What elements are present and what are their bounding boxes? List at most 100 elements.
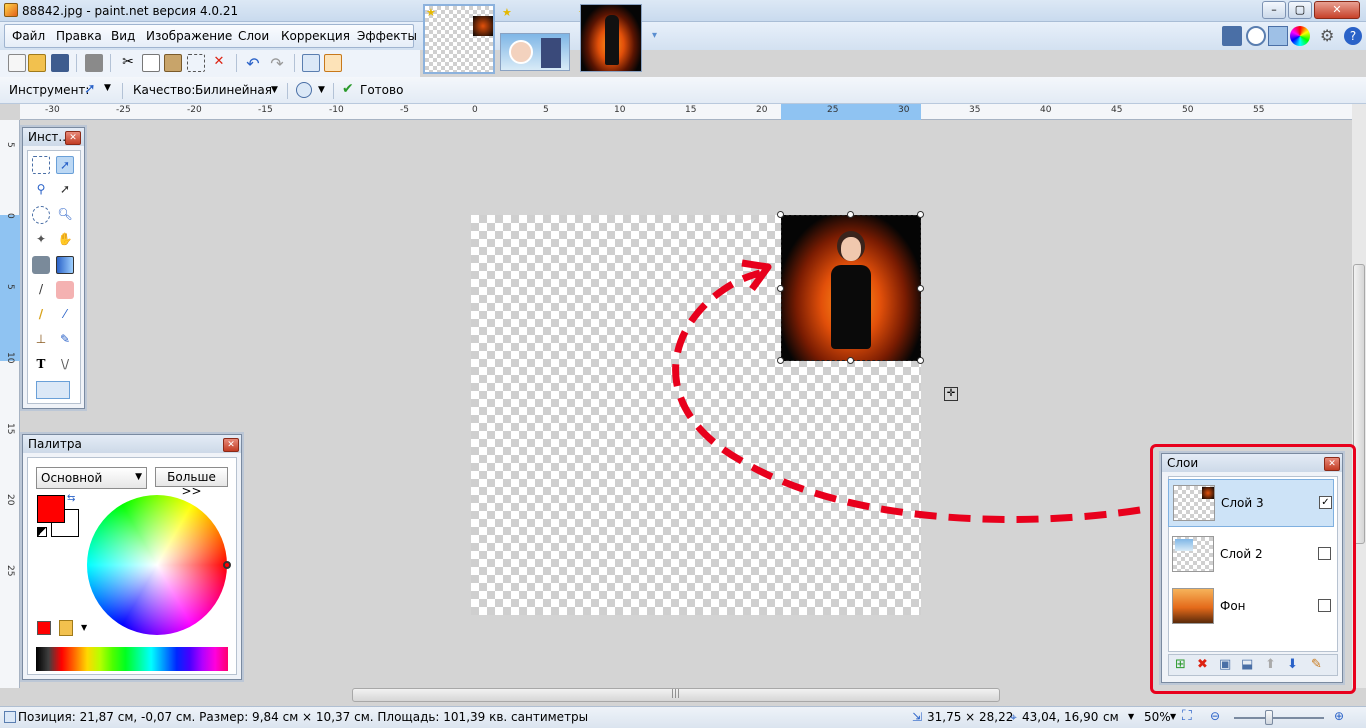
rectangle-select-icon[interactable] — [32, 156, 50, 174]
colors-toggle-icon[interactable] — [1290, 26, 1310, 46]
menu-effects[interactable]: Эффекты — [357, 29, 417, 43]
history-icon[interactable] — [1246, 26, 1266, 46]
chevron-down-icon[interactable]: ▼ — [1170, 712, 1176, 721]
close-icon[interactable]: ✕ — [1324, 457, 1340, 471]
layer-row-3[interactable]: Слой 3 ✓ — [1168, 479, 1334, 527]
eraser-icon[interactable] — [56, 281, 74, 299]
move-pixels-icon[interactable]: ➚ — [56, 181, 74, 199]
grid-icon[interactable] — [302, 54, 320, 72]
layer-properties-icon[interactable]: ✎ — [1311, 657, 1322, 672]
menu-layers[interactable]: Слои — [238, 29, 269, 43]
minimize-button[interactable]: – — [1262, 1, 1286, 19]
save-icon[interactable] — [51, 54, 69, 72]
crop-icon[interactable] — [187, 54, 205, 72]
resize-handle[interactable] — [917, 211, 924, 218]
quality-select[interactable]: Билинейная — [195, 83, 272, 97]
horizontal-scrollbar[interactable]: ||| — [352, 688, 1000, 702]
delete-layer-icon[interactable]: ✖ — [1197, 657, 1208, 672]
merge-layer-down-icon[interactable]: ⬓ — [1241, 657, 1253, 672]
color-palette-strip[interactable] — [36, 647, 228, 671]
add-color-icon[interactable] — [37, 621, 51, 635]
done-button[interactable]: Готово — [360, 83, 403, 97]
ellipse-select-icon[interactable] — [32, 206, 50, 224]
move-selection-tool-icon[interactable]: ➚ — [56, 156, 74, 174]
layer-visibility-checkbox[interactable] — [1318, 547, 1331, 560]
layer-visibility-checkbox[interactable] — [1318, 599, 1331, 612]
tools-toggle-icon[interactable] — [1222, 26, 1242, 46]
zoom-out-icon[interactable]: ⊖ — [1210, 709, 1220, 723]
print-icon[interactable] — [85, 54, 103, 72]
zoom-slider-thumb[interactable] — [1265, 710, 1273, 725]
chevron-down-icon[interactable]: ▼ — [271, 85, 278, 95]
fit-window-icon[interactable]: ⛶ — [1182, 708, 1192, 724]
resize-handle[interactable] — [847, 211, 854, 218]
unit-select[interactable]: см — [1103, 710, 1119, 724]
menu-edit[interactable]: Правка — [56, 29, 102, 43]
undo-icon[interactable]: ↶ — [244, 54, 262, 73]
text-tool-icon[interactable]: T — [32, 356, 50, 374]
more-colors-button[interactable]: Больше >> — [155, 467, 228, 498]
swap-colors-icon[interactable]: ⇆ — [67, 493, 75, 504]
paintbrush-icon[interactable]: / — [32, 281, 50, 299]
layers-toggle-icon[interactable] — [1268, 26, 1288, 46]
image-tab-2[interactable] — [500, 33, 570, 71]
layer-row-background[interactable]: Фон — [1168, 583, 1334, 631]
menu-image[interactable]: Изображение — [146, 29, 232, 43]
shapes-icon[interactable] — [36, 381, 70, 399]
add-layer-icon[interactable]: ⊞ — [1175, 657, 1186, 672]
primary-color-swatch[interactable] — [37, 495, 65, 523]
gear-icon[interactable]: ⚙ — [1320, 26, 1334, 45]
tool-label: Инструмент: — [9, 83, 90, 97]
color-picker-icon[interactable]: ⁄ — [56, 306, 74, 324]
menu-file[interactable]: Файл — [12, 29, 45, 43]
magic-wand-icon[interactable]: ✦ — [32, 231, 50, 249]
palette-panel: Палитра ✕ Основной ▼ Больше >> ⇆ ▼ — [22, 434, 242, 680]
pan-hand-icon[interactable]: ✋ — [56, 231, 74, 249]
clone-stamp-icon[interactable]: ⊥ — [32, 331, 50, 349]
maximize-button[interactable]: ▢ — [1288, 1, 1312, 19]
pencil-icon[interactable]: / — [32, 306, 50, 324]
paint-bucket-icon[interactable] — [32, 256, 50, 274]
chevron-down-icon[interactable]: ▼ — [1128, 712, 1134, 721]
menu-view[interactable]: Вид — [111, 29, 135, 43]
layer-visibility-checkbox[interactable]: ✓ — [1319, 496, 1332, 509]
move-selection-icon[interactable]: ➚ — [84, 81, 96, 97]
color-wheel[interactable] — [87, 495, 227, 635]
layer-row-2[interactable]: Слой 2 — [1168, 531, 1334, 579]
close-window-button[interactable]: ✕ — [1314, 1, 1360, 19]
chevron-down-icon[interactable]: ▼ — [81, 623, 87, 632]
copy-icon[interactable] — [142, 54, 160, 72]
reset-colors-icon[interactable] — [37, 527, 47, 537]
lasso-icon[interactable]: ⚲ — [32, 181, 50, 199]
recolor-icon[interactable]: ✎ — [56, 331, 74, 349]
selection-mode-icon[interactable] — [296, 82, 312, 98]
palette-menu-icon[interactable] — [59, 620, 73, 636]
move-layer-up-icon[interactable]: ⬆ — [1265, 657, 1276, 672]
zoom-value[interactable]: 50% — [1144, 710, 1171, 724]
zoom-in-icon[interactable]: ⊕ — [1334, 709, 1344, 723]
close-icon[interactable]: ✕ — [223, 438, 239, 452]
paste-icon[interactable] — [164, 54, 182, 72]
palette-mode-select[interactable]: Основной ▼ — [36, 467, 147, 489]
chevron-down-icon[interactable]: ▾ — [652, 30, 657, 41]
rulers-icon[interactable] — [324, 54, 342, 72]
cut-icon[interactable]: ✂ — [119, 54, 137, 72]
duplicate-layer-icon[interactable]: ▣ — [1219, 657, 1231, 672]
open-file-icon[interactable] — [28, 54, 46, 72]
zoom-icon[interactable]: 🔍︎ — [56, 206, 74, 224]
move-layer-down-icon[interactable]: ⬇ — [1287, 657, 1298, 672]
help-icon[interactable]: ? — [1344, 27, 1362, 45]
zoom-slider-track[interactable] — [1234, 717, 1324, 719]
menu-adjustments[interactable]: Коррекция — [281, 29, 350, 43]
image-tab-3[interactable] — [580, 4, 642, 72]
close-icon[interactable]: ✕ — [65, 131, 81, 145]
redo-icon[interactable]: ↷ — [268, 54, 286, 73]
line-curve-icon[interactable]: \/ — [56, 356, 74, 374]
gradient-icon[interactable] — [56, 256, 74, 274]
resize-handle[interactable] — [777, 211, 784, 218]
chevron-down-icon[interactable]: ▼ — [318, 85, 325, 95]
deselect-icon[interactable]: ✕ — [210, 54, 228, 72]
new-file-icon[interactable] — [8, 54, 26, 72]
chevron-down-icon[interactable]: ▼ — [104, 83, 111, 93]
color-wheel-cursor[interactable] — [223, 561, 231, 569]
